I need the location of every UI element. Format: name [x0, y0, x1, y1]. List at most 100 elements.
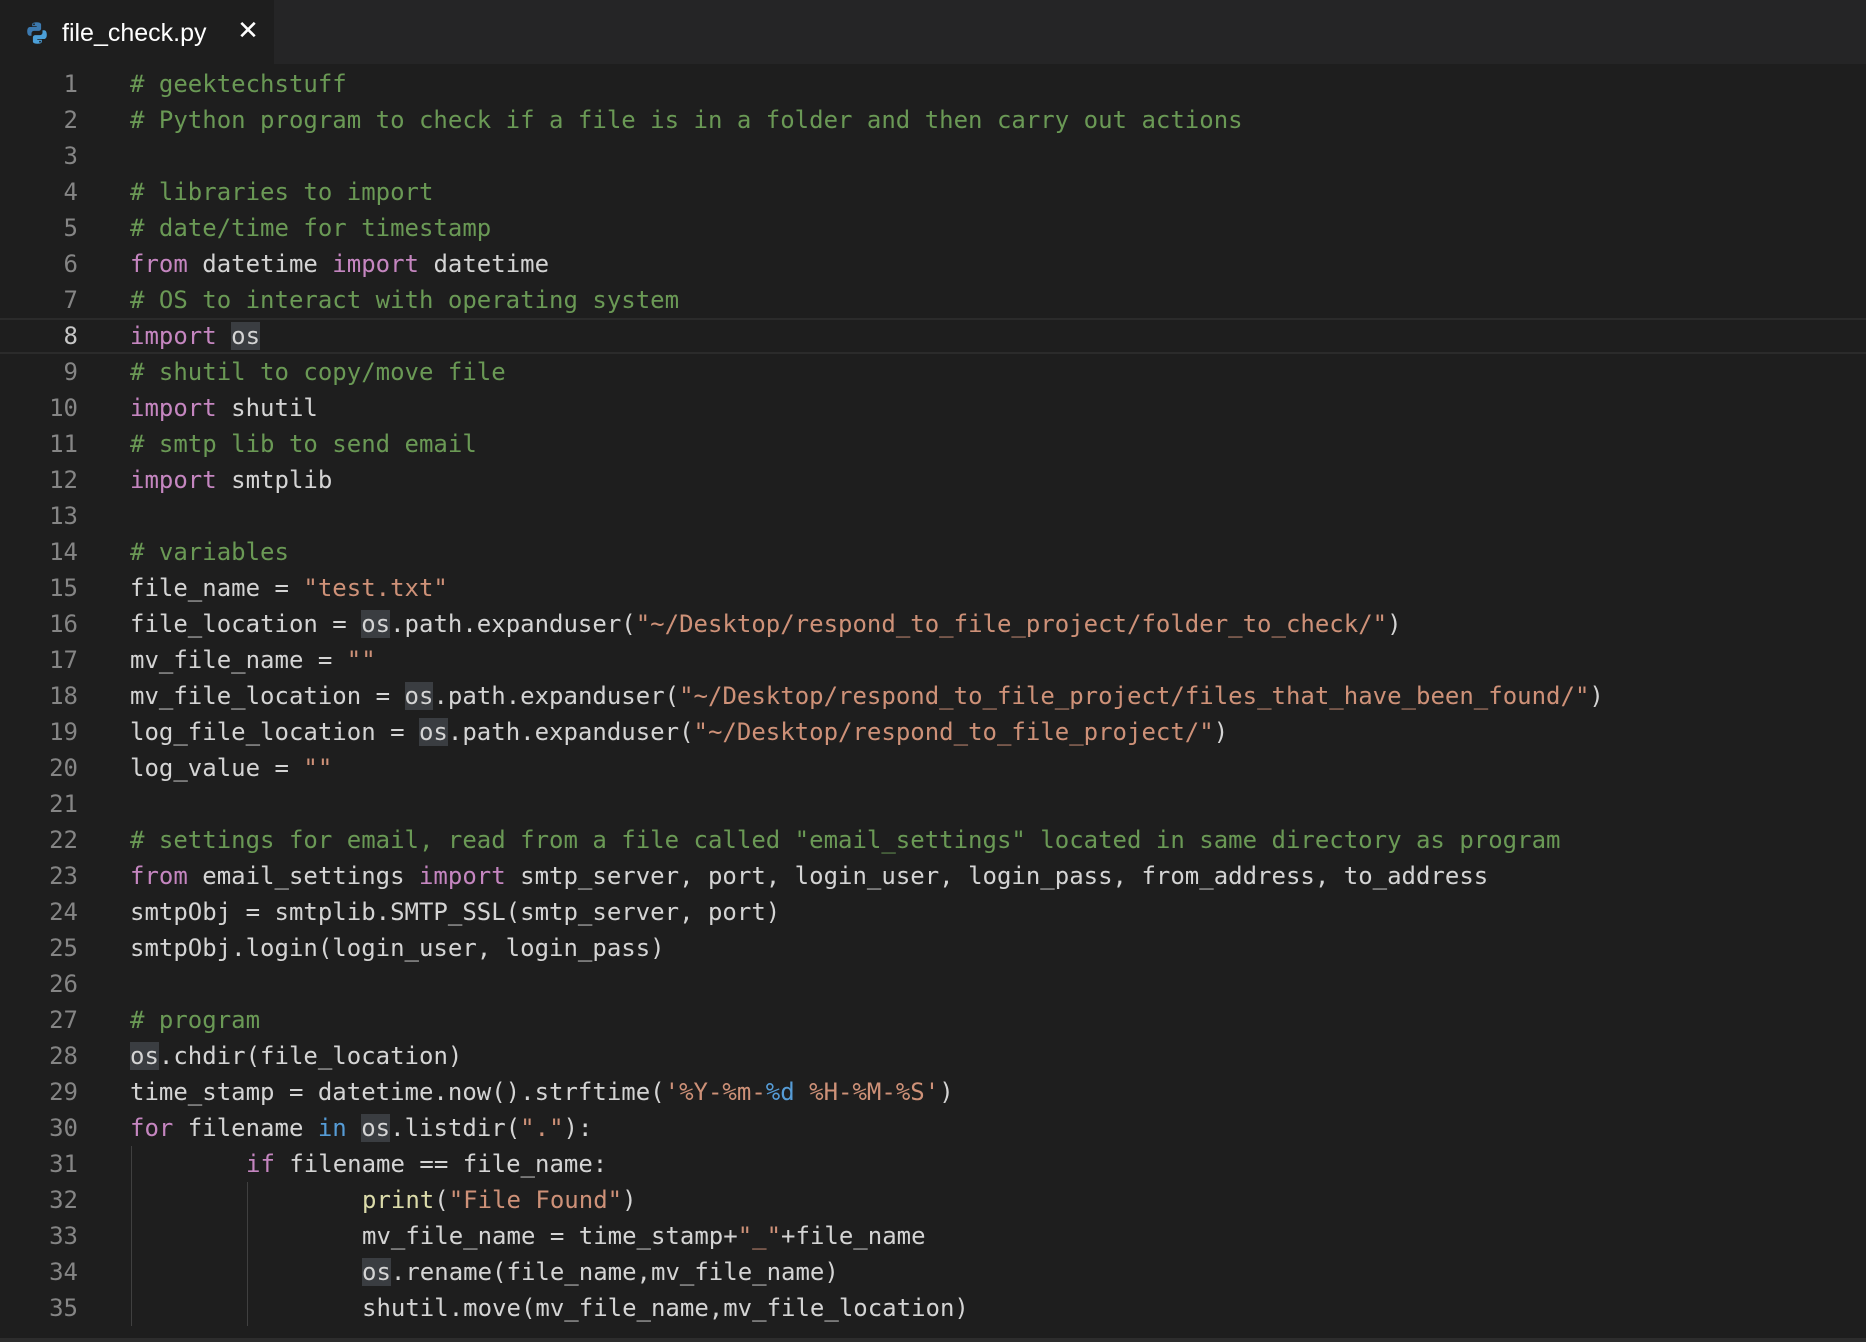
code-line[interactable]: 34 os.rename(file_name,mv_file_name): [0, 1254, 1866, 1290]
code-text: mv_file_name = "": [130, 642, 376, 678]
code-token: # shutil to copy/move file: [130, 358, 506, 386]
code-line[interactable]: 23 from email_settings import smtp_server…: [0, 858, 1866, 894]
line-number: 1: [63, 70, 78, 98]
code-line[interactable]: 18 mv_file_location = os.path.expanduser(…: [0, 678, 1866, 714]
code-text: # libraries to import: [130, 174, 433, 210]
code-line[interactable]: 6 from datetime import datetime: [0, 246, 1866, 282]
code-area[interactable]: 1 # geektechstuff 2 # Python program to che…: [0, 66, 1866, 1338]
code-token: '%Y-%m-: [664, 1078, 766, 1106]
code-text: mv_file_location = os.path.expanduser("~…: [130, 678, 1604, 714]
code-line[interactable]: 31 if filename == file_name:: [0, 1146, 1866, 1182]
code-line[interactable]: 28 os.chdir(file_location): [0, 1038, 1866, 1074]
code-token: smtp_server, port, login_user, login_pas…: [505, 862, 1489, 890]
code-text: mv_file_name = time_stamp+"_"+file_name: [362, 1218, 926, 1254]
indent-guide: [131, 1254, 132, 1290]
code-token: "~/Desktop/respond_to_file_project/": [693, 718, 1214, 746]
code-line[interactable]: 29 time_stamp = datetime.now().strftime('…: [0, 1074, 1866, 1110]
code-line[interactable]: 8 import os: [0, 318, 1866, 354]
code-token: # libraries to import: [130, 178, 434, 206]
code-token: email_settings: [187, 862, 419, 890]
code-token: os: [361, 1114, 391, 1142]
code-text: # shutil to copy/move file: [130, 354, 506, 390]
line-number: 10: [49, 394, 78, 422]
code-token: +file_name: [781, 1222, 926, 1250]
code-line[interactable]: 3: [0, 138, 1866, 174]
line-number: 12: [49, 466, 78, 494]
code-token: os: [362, 1258, 391, 1286]
code-token: "": [346, 646, 376, 674]
code-token: smtpObj = smtplib.SMTP_SSL(smtp_server, …: [130, 898, 781, 926]
code-line[interactable]: 4 # libraries to import: [0, 174, 1866, 210]
code-line[interactable]: 26: [0, 966, 1866, 1002]
code-line[interactable]: 33 mv_file_name = time_stamp+"_"+file_nam…: [0, 1218, 1866, 1254]
line-number: 35: [49, 1294, 78, 1322]
code-line[interactable]: 14 # variables: [0, 534, 1866, 570]
code-line[interactable]: 32 print("File Found"): [0, 1182, 1866, 1218]
code-text: file_name = "test.txt": [130, 570, 448, 606]
code-text: shutil.move(mv_file_name,mv_file_locatio…: [362, 1290, 969, 1326]
line-number: 6: [63, 250, 78, 278]
code-line[interactable]: 19 log_file_location = os.path.expanduser…: [0, 714, 1866, 750]
code-line[interactable]: 35 shutil.move(mv_file_name,mv_file_locat…: [0, 1290, 1866, 1326]
code-token: smtpObj.login(login_user, login_pass): [130, 934, 665, 962]
code-token: os: [231, 322, 261, 350]
code-text: # program: [130, 1002, 260, 1038]
code-token: "File Found": [448, 1186, 623, 1214]
code-line[interactable]: 22 # settings for email, read from a file…: [0, 822, 1866, 858]
code-token: # geektechstuff: [130, 70, 347, 98]
line-number: 18: [49, 682, 78, 710]
code-text: # date/time for timestamp: [130, 210, 491, 246]
code-token: ".": [520, 1114, 564, 1142]
code-token: ): [939, 1078, 954, 1106]
code-line[interactable]: 5 # date/time for timestamp: [0, 210, 1866, 246]
code-token: .listdir(: [390, 1114, 521, 1142]
code-line[interactable]: 10 import shutil: [0, 390, 1866, 426]
code-line[interactable]: 7 # OS to interact with operating system: [0, 282, 1866, 318]
code-line[interactable]: 2 # Python program to check if a file is …: [0, 102, 1866, 138]
line-number: 15: [49, 574, 78, 602]
line-number: 31: [49, 1150, 78, 1178]
line-number: 25: [49, 934, 78, 962]
code-token: if: [246, 1150, 275, 1178]
code-text: smtpObj = smtplib.SMTP_SSL(smtp_server, …: [130, 894, 780, 930]
code-token: ):: [563, 1114, 593, 1142]
tab-file-check-py[interactable]: file_check.py ✕: [0, 0, 274, 64]
code-text: if filename == file_name:: [246, 1146, 607, 1182]
line-number: 20: [49, 754, 78, 782]
code-token: mv_file_location =: [130, 682, 405, 710]
code-line[interactable]: 16 file_location = os.path.expanduser("~/…: [0, 606, 1866, 642]
code-token: import: [130, 466, 217, 494]
code-line[interactable]: 1 # geektechstuff: [0, 66, 1866, 102]
code-token: # Python program to check if a file is i…: [130, 106, 1243, 134]
code-line[interactable]: 20 log_value = "": [0, 750, 1866, 786]
code-token: file_name =: [130, 574, 304, 602]
indent-guide: [131, 1182, 132, 1218]
code-line[interactable]: 25 smtpObj.login(login_user, login_pass): [0, 930, 1866, 966]
code-token: .path.expanduser(: [447, 718, 694, 746]
code-text: # OS to interact with operating system: [130, 282, 679, 318]
line-number: 7: [63, 286, 78, 314]
code-line[interactable]: 9 # shutil to copy/move file: [0, 354, 1866, 390]
line-number: 28: [49, 1042, 78, 1070]
code-token: datetime: [187, 250, 333, 278]
code-line[interactable]: 15 file_name = "test.txt": [0, 570, 1866, 606]
code-line[interactable]: 17 mv_file_name = "": [0, 642, 1866, 678]
line-number: 14: [49, 538, 78, 566]
code-line[interactable]: 11 # smtp lib to send email: [0, 426, 1866, 462]
code-token: .path.expanduser(: [390, 610, 636, 638]
code-token: %H-%M-%S': [794, 1078, 940, 1106]
code-token: os: [404, 682, 434, 710]
code-line[interactable]: 13: [0, 498, 1866, 534]
code-line[interactable]: 12 import smtplib: [0, 462, 1866, 498]
horizontal-scrollbar-track[interactable]: [0, 1338, 1866, 1342]
code-text: import shutil: [130, 390, 318, 426]
code-token: os: [130, 1042, 159, 1070]
line-number: 11: [49, 430, 78, 458]
code-line[interactable]: 30 for filename in os.listdir("."):: [0, 1110, 1866, 1146]
close-icon[interactable]: ✕: [234, 17, 262, 45]
code-line[interactable]: 21: [0, 786, 1866, 822]
code-token: import: [418, 862, 506, 890]
code-line[interactable]: 27 # program: [0, 1002, 1866, 1038]
code-line[interactable]: 24 smtpObj = smtplib.SMTP_SSL(smtp_server…: [0, 894, 1866, 930]
line-number: 29: [49, 1078, 78, 1106]
